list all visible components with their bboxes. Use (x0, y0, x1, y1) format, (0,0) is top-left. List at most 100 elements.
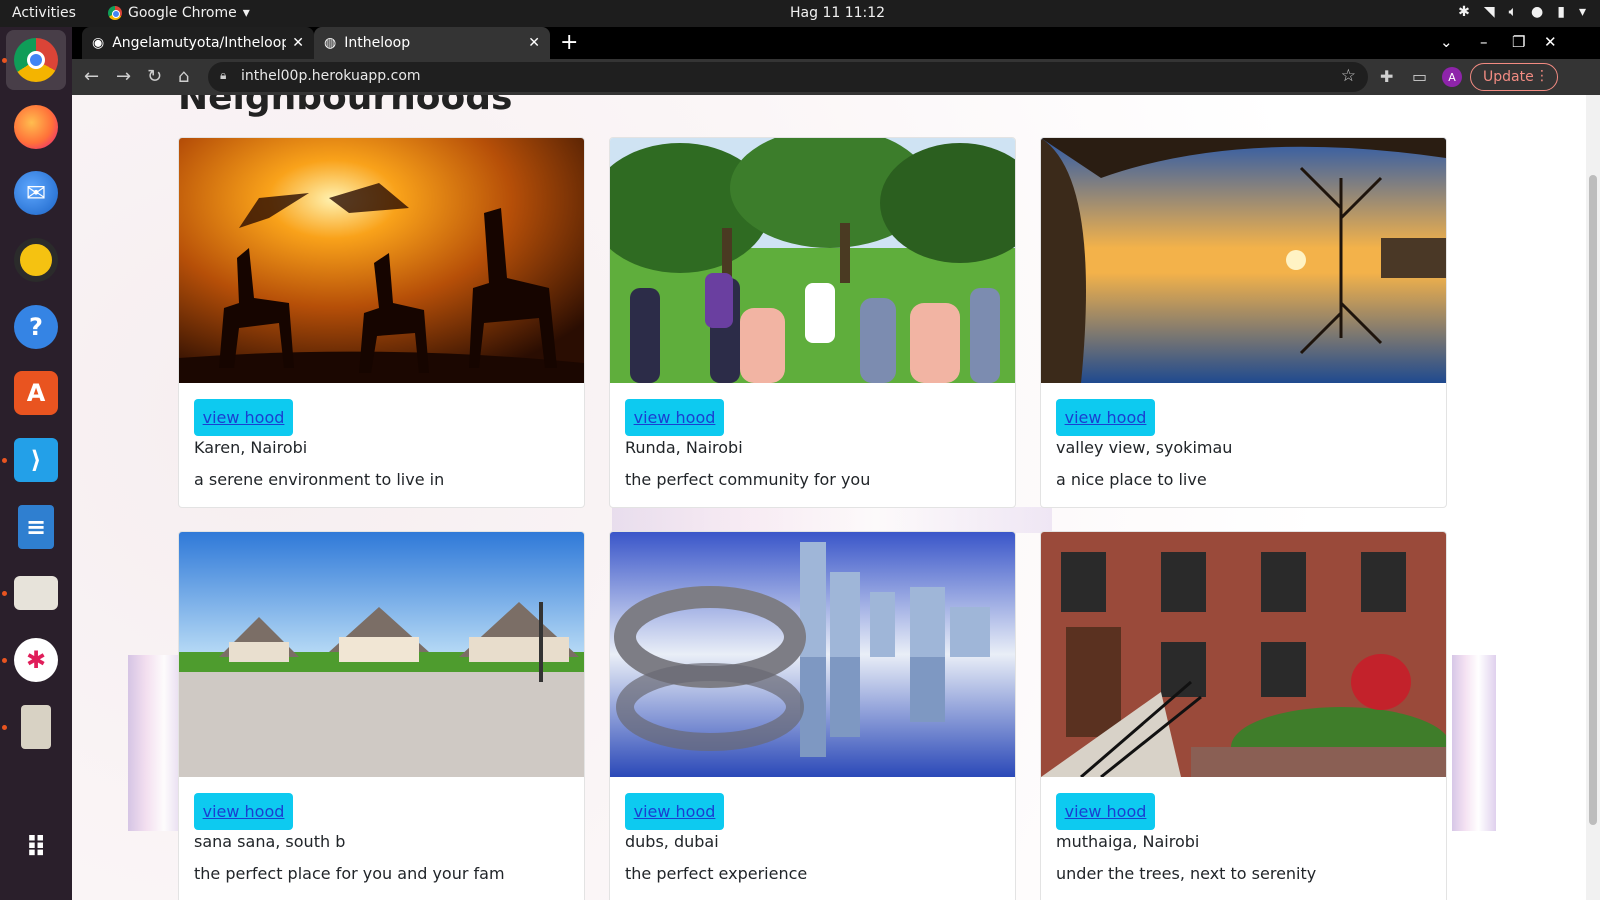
running-indicator (2, 658, 7, 663)
bookmark-star-icon[interactable]: ☆ (1341, 66, 1356, 86)
dock-writer[interactable]: ≡ (6, 497, 66, 557)
app-menu[interactable]: Google Chrome ▾ (108, 5, 250, 21)
scrollbar-thumb[interactable] (1589, 175, 1597, 825)
hood-description: under the trees, next to serenity (1056, 864, 1317, 883)
background-decoration (1452, 655, 1496, 831)
dock-help[interactable]: ? (6, 297, 66, 357)
update-button[interactable]: Update ⋮ (1470, 63, 1558, 91)
tab-search-icon[interactable]: ⌄ (1440, 33, 1453, 51)
close-window-icon[interactable]: ✕ (1544, 33, 1557, 51)
activities-button[interactable]: Activities (12, 5, 76, 21)
running-indicator (2, 58, 7, 63)
page-title: Neighbourhoods (178, 95, 513, 118)
help-icon: ? (14, 305, 58, 349)
dock-rhythmbox[interactable] (6, 230, 66, 290)
app-menu-label: Google Chrome (128, 5, 237, 21)
hood-card: view hood Karen, Nairobi a serene enviro… (178, 137, 585, 508)
view-hood-button[interactable]: view hood (194, 399, 293, 436)
tab-strip: ◉ Angelamutyota/Intheloop ✕ ◍ Intheloop … (72, 27, 1600, 59)
lock-icon[interactable]: 🔒︎ (220, 68, 226, 83)
maximize-icon[interactable]: ❐ (1512, 33, 1525, 51)
dock: ✉ ? A ⟩ ≡ ✱ ⠿ (0, 27, 72, 900)
dock-show-apps[interactable]: ⠿ (6, 817, 66, 877)
hood-photo (179, 138, 584, 383)
hood-name: dubs, dubai (625, 832, 719, 851)
dock-archive[interactable] (2, 697, 66, 757)
vscode-icon: ⟩ (14, 438, 58, 482)
minimize-icon[interactable]: – (1480, 33, 1488, 51)
view-hood-button[interactable]: view hood (1056, 399, 1155, 436)
hood-card: view hood sana sana, south b the perfect… (178, 531, 585, 900)
system-top-bar: Activities Google Chrome ▾ Hag 11 11:12 … (0, 0, 1600, 27)
chrome-icon (14, 38, 58, 82)
close-tab-icon[interactable]: ✕ (292, 35, 304, 51)
new-tab-button[interactable]: + (560, 30, 578, 55)
dock-slack[interactable]: ✱ (2, 630, 66, 690)
files-icon (14, 576, 58, 610)
github-icon: ◉ (92, 35, 105, 51)
dropdown-arrow-icon: ▾ (242, 5, 250, 21)
microphone-icon[interactable]: ● (1531, 4, 1543, 20)
power-menu-icon[interactable]: ▾ (1579, 4, 1586, 20)
background-decoration (612, 507, 1052, 533)
browser-toolbar: ← → ↻ ⌂ 🔒︎ inthel00p.herokuapp.com ☆ ✚ ▭… (72, 59, 1600, 95)
running-indicator (2, 591, 7, 596)
writer-icon: ≡ (18, 505, 54, 549)
archive-icon (21, 705, 51, 749)
close-tab-icon[interactable]: ✕ (528, 35, 540, 51)
clock[interactable]: Hag 11 11:12 (790, 5, 885, 21)
view-hood-button[interactable]: view hood (1056, 793, 1155, 830)
hood-card: view hood muthaiga, Nairobi under the tr… (1040, 531, 1447, 900)
hood-name: sana sana, south b (194, 832, 346, 851)
address-bar[interactable]: 🔒︎ inthel00p.herokuapp.com ☆ (208, 62, 1368, 92)
dock-vscode[interactable]: ⟩ (2, 430, 66, 490)
back-icon[interactable]: ← (84, 66, 99, 87)
tab-github[interactable]: ◉ Angelamutyota/Intheloop ✕ (82, 27, 314, 59)
cast-icon[interactable]: ▭ (1412, 67, 1427, 86)
dock-files[interactable] (2, 563, 66, 623)
hood-photo (1041, 138, 1446, 383)
wifi-icon[interactable]: ◥ (1484, 4, 1495, 20)
extensions-icon[interactable]: ✚ (1380, 67, 1393, 86)
home-icon[interactable]: ⌂ (178, 66, 189, 87)
firefox-icon (14, 105, 58, 149)
app-grid-icon: ⠿ (25, 830, 47, 864)
view-hood-button[interactable]: view hood (625, 399, 724, 436)
globe-icon: ◍ (324, 35, 337, 51)
tab-title: Angelamutyota/Intheloop (112, 35, 287, 51)
system-tray[interactable]: ✱ ◥ 🔈︎ ● ▮ ▾ (1458, 4, 1586, 20)
hood-card: view hood dubs, dubai the perfect experi… (609, 531, 1016, 900)
hood-photo (610, 138, 1015, 383)
menu-dots-icon: ⋮ (1535, 68, 1549, 84)
hood-description: a nice place to live (1056, 470, 1207, 489)
running-indicator (2, 725, 7, 730)
hood-description: the perfect place for you and your fam (194, 864, 505, 883)
tab-intheloop[interactable]: ◍ Intheloop ✕ (314, 27, 550, 59)
hood-name: Karen, Nairobi (194, 438, 308, 457)
chrome-small-icon (108, 6, 122, 20)
dock-thunderbird[interactable]: ✉ (6, 163, 66, 223)
page-content: Neighbourhoods view hood Karen, Nairobi … (72, 95, 1600, 900)
software-icon: A (14, 371, 58, 415)
hood-description: the perfect experience (625, 864, 808, 883)
dock-chrome[interactable] (2, 30, 66, 90)
page-scrollbar[interactable] (1586, 95, 1600, 900)
reload-icon[interactable]: ↻ (147, 66, 162, 87)
hood-description: a serene environment to live in (194, 470, 445, 489)
dock-firefox[interactable] (6, 97, 66, 157)
volume-icon[interactable]: 🔈︎ (1509, 4, 1517, 20)
hood-name: valley view, syokimau (1056, 438, 1233, 457)
hood-card: view hood Runda, Nairobi the perfect com… (609, 137, 1016, 508)
battery-icon[interactable]: ▮ (1557, 4, 1565, 20)
forward-icon[interactable]: → (116, 66, 131, 87)
tab-title: Intheloop (344, 35, 411, 51)
dock-software[interactable]: A (6, 363, 66, 423)
view-hood-button[interactable]: view hood (625, 793, 724, 830)
url-text: inthel00p.herokuapp.com (241, 68, 421, 84)
hood-name: Runda, Nairobi (625, 438, 743, 457)
update-label: Update (1483, 69, 1534, 85)
slack-tray-icon[interactable]: ✱ (1458, 4, 1470, 20)
profile-avatar[interactable]: A (1442, 67, 1462, 87)
slack-icon: ✱ (14, 638, 58, 682)
view-hood-button[interactable]: view hood (194, 793, 293, 830)
